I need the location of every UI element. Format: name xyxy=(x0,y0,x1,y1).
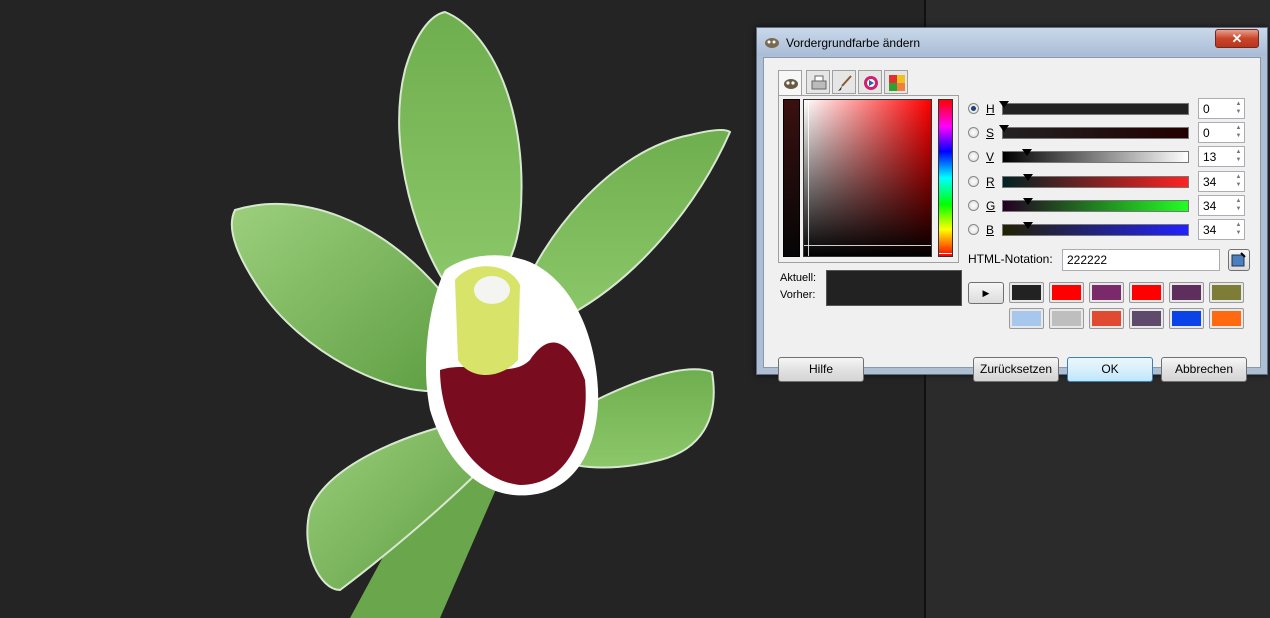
slider-thumb[interactable] xyxy=(999,101,1009,108)
channel-label-v: V xyxy=(986,150,995,164)
channel-row-v: V 13 ▲ ▼ xyxy=(964,146,1254,168)
radio-v[interactable] xyxy=(968,151,979,162)
hue-strip[interactable] xyxy=(938,99,953,257)
history-color-swatch[interactable] xyxy=(1009,282,1044,303)
slider-h[interactable] xyxy=(999,101,1189,115)
dialog-body: Aktuell: Vorher: H 0 ▲ ▼ S 0 ▲ ▼ V 13 ▲ ▼ R 34… xyxy=(763,57,1261,382)
slider-thumb[interactable] xyxy=(999,125,1009,132)
spin-arrows[interactable]: ▲ ▼ xyxy=(1234,124,1243,141)
spin-arrows[interactable]: ▲ ▼ xyxy=(1234,148,1243,165)
channel-row-s: S 0 ▲ ▼ xyxy=(964,122,1254,144)
channel-label-b: B xyxy=(986,223,995,237)
slider-thumb[interactable] xyxy=(1023,174,1033,181)
saturation-value-square[interactable] xyxy=(803,99,932,257)
slider-r[interactable] xyxy=(1002,174,1189,188)
spin-value-b: 34 xyxy=(1203,223,1217,237)
slider-thumb[interactable] xyxy=(1022,149,1032,156)
watercolor-brush-icon xyxy=(838,75,852,91)
spin-value-h: 0 xyxy=(1203,102,1210,116)
foreground-color-dialog: Vordergrundfarbe ändern ✕ Aktuell: Vorhe… xyxy=(756,27,1268,382)
radio-b[interactable] xyxy=(968,224,979,235)
eyedropper-icon xyxy=(1231,252,1246,267)
ok-button[interactable]: OK xyxy=(1067,357,1153,382)
gimp-app-icon xyxy=(765,38,779,48)
color-picker-button[interactable] xyxy=(1228,249,1250,271)
spin-g[interactable]: 34 ▲ ▼ xyxy=(1198,195,1245,216)
tab-gimp-selector[interactable] xyxy=(778,70,802,97)
history-color-swatch[interactable] xyxy=(1089,282,1124,303)
history-color-swatch[interactable] xyxy=(1209,282,1244,303)
help-button[interactable]: Hilfe xyxy=(778,357,864,382)
previous-label: Vorher: xyxy=(780,289,816,301)
spin-arrows[interactable]: ▲ ▼ xyxy=(1234,221,1243,238)
radio-h[interactable] xyxy=(968,103,979,114)
close-icon: ✕ xyxy=(1231,31,1243,46)
tab-watercolor[interactable] xyxy=(832,70,856,94)
tab-palette-scales[interactable] xyxy=(884,70,908,94)
history-color-swatch[interactable] xyxy=(1129,282,1164,303)
spin-value-s: 0 xyxy=(1203,126,1210,140)
cmyk-printer-icon xyxy=(811,75,827,90)
spin-b[interactable]: 34 ▲ ▼ xyxy=(1198,219,1245,240)
channel-label-h: H xyxy=(986,102,995,116)
slider-thumb[interactable] xyxy=(1023,222,1033,229)
arrow-right-icon: ▶ xyxy=(982,288,990,298)
history-color-swatch[interactable] xyxy=(1089,308,1124,329)
history-color-swatch[interactable] xyxy=(1049,308,1084,329)
slider-s[interactable] xyxy=(999,125,1189,139)
picker-crosshair-vertical xyxy=(808,100,809,256)
channel-label-g: G xyxy=(986,199,996,213)
history-color-swatch[interactable] xyxy=(1209,308,1244,329)
spin-h[interactable]: 0 ▲ ▼ xyxy=(1198,98,1245,119)
spin-value-v: 13 xyxy=(1203,150,1217,164)
titlebar[interactable]: Vordergrundfarbe ändern ✕ xyxy=(757,28,1267,56)
palette-scales-icon xyxy=(889,75,905,91)
html-notation-label: HTML-Notation: xyxy=(968,252,1053,266)
gimp-selector-icon xyxy=(784,79,798,89)
gimp-color-selector xyxy=(778,95,959,263)
close-button[interactable]: ✕ xyxy=(1215,29,1259,48)
reset-button[interactable]: Zurücksetzen xyxy=(973,357,1059,382)
spin-v[interactable]: 13 ▲ ▼ xyxy=(1198,146,1245,167)
color-wheel-icon xyxy=(864,76,878,90)
tab-color-wheel[interactable] xyxy=(858,70,882,94)
slider-b[interactable] xyxy=(1002,222,1189,236)
spin-value-r: 34 xyxy=(1203,175,1217,189)
channel-label-r: R xyxy=(986,175,995,189)
slider-g[interactable] xyxy=(1002,198,1189,212)
add-to-history-button[interactable]: ▶ xyxy=(968,282,1004,304)
spin-value-g: 34 xyxy=(1203,199,1217,213)
history-color-swatch[interactable] xyxy=(1169,308,1204,329)
spin-arrows[interactable]: ▲ ▼ xyxy=(1234,197,1243,214)
channel-row-b: B 34 ▲ ▼ xyxy=(964,219,1254,241)
channel-row-h: H 0 ▲ ▼ xyxy=(964,98,1254,120)
spin-r[interactable]: 34 ▲ ▼ xyxy=(1198,171,1245,192)
history-color-swatch[interactable] xyxy=(1049,282,1084,303)
value-strip[interactable] xyxy=(783,99,800,257)
radio-r[interactable] xyxy=(968,176,979,187)
spin-s[interactable]: 0 ▲ ▼ xyxy=(1198,122,1245,143)
color-compare-swatch[interactable] xyxy=(826,270,962,306)
slider-thumb[interactable] xyxy=(1023,198,1033,205)
radio-g[interactable] xyxy=(968,200,979,211)
slider-v[interactable] xyxy=(1002,149,1189,163)
history-color-swatch[interactable] xyxy=(1009,308,1044,329)
cancel-button[interactable]: Abbrechen xyxy=(1161,357,1247,382)
radio-s[interactable] xyxy=(968,127,979,138)
spin-arrows[interactable]: ▲ ▼ xyxy=(1234,173,1243,190)
history-color-swatch[interactable] xyxy=(1129,308,1164,329)
tab-cmyk[interactable] xyxy=(806,70,830,94)
current-label: Aktuell: xyxy=(780,272,817,284)
hue-marker xyxy=(939,253,952,254)
dialog-title: Vordergrundfarbe ändern xyxy=(786,36,921,50)
html-notation-input[interactable]: 222222 xyxy=(1062,249,1220,271)
history-color-swatch[interactable] xyxy=(1169,282,1204,303)
channel-row-g: G 34 ▲ ▼ xyxy=(964,195,1254,217)
spin-arrows[interactable]: ▲ ▼ xyxy=(1234,100,1243,117)
picker-crosshair-horizontal xyxy=(804,245,931,246)
channel-row-r: R 34 ▲ ▼ xyxy=(964,171,1254,193)
channel-label-s: S xyxy=(986,126,995,140)
